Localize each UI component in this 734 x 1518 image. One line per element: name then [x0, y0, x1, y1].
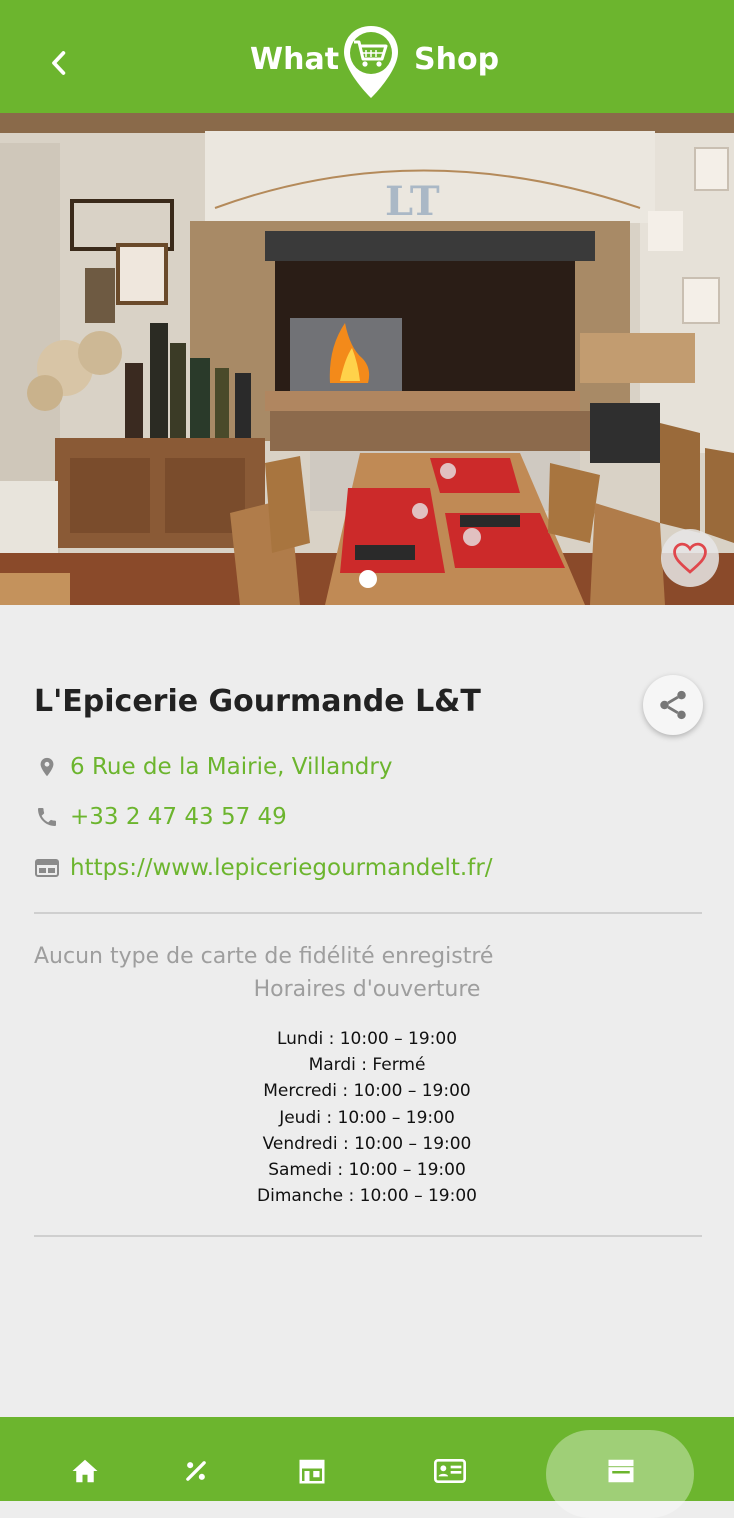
share-icon — [660, 690, 686, 720]
map-pin-icon — [34, 754, 60, 780]
shop-icon — [608, 1459, 634, 1483]
share-button[interactable] — [643, 675, 703, 735]
phone-icon — [34, 804, 60, 830]
gallery-page-indicator[interactable] — [359, 570, 377, 588]
opening-hours-list: Lundi : 10:00 – 19:00 Mardi : Fermé Merc… — [0, 1026, 734, 1209]
logo-text-left: What — [250, 42, 340, 77]
shopping-cart-pin-icon — [344, 26, 398, 98]
shop-photo[interactable]: LT — [0, 113, 734, 605]
favorite-button[interactable] — [661, 529, 719, 587]
web-browser-icon — [34, 855, 60, 881]
hours-row-samedi: Samedi : 10:00 – 19:00 — [268, 1160, 466, 1181]
heart-outline-icon — [673, 542, 707, 574]
percent-icon — [186, 1461, 206, 1481]
opening-hours-title: Horaires d'ouverture — [253, 977, 481, 1002]
chevron-left-icon — [52, 51, 66, 75]
home-icon — [72, 1459, 98, 1483]
website-link[interactable]: https://www.lepiceriegourmandelt.fr/ — [70, 855, 493, 881]
hours-row-mercredi: Mercredi : 10:00 – 19:00 — [263, 1081, 471, 1102]
card-icon — [434, 1459, 466, 1483]
website-row[interactable]: https://www.lepiceriegourmandelt.fr/ — [34, 855, 493, 881]
phone-row[interactable]: +33 2 47 43 57 49 — [34, 804, 287, 830]
address-link[interactable]: 6 Rue de la Mairie, Villandry — [70, 754, 392, 780]
hours-row-lundi: Lundi : 10:00 – 19:00 — [276, 1029, 458, 1049]
nav-stores[interactable] — [289, 1448, 335, 1494]
hours-row-dimanche: Dimanche : 10:00 – 19:00 — [257, 1186, 477, 1207]
hours-row-jeudi: Jeudi : 10:00 – 19:00 — [279, 1107, 455, 1128]
logo-text-right: Shop — [414, 42, 500, 77]
loyalty-card-status: Aucun type de carte de fidélité enregist… — [34, 944, 494, 969]
hours-row-vendredi: Vendredi : 10:00 – 19:00 — [262, 1133, 472, 1154]
divider-bottom — [34, 1235, 702, 1237]
address-row[interactable]: 6 Rue de la Mairie, Villandry — [34, 754, 392, 780]
nav-home[interactable] — [62, 1448, 108, 1494]
hours-row-mardi: Mardi : Fermé — [308, 1055, 426, 1076]
back-button[interactable] — [36, 40, 82, 86]
nav-offers[interactable] — [173, 1448, 219, 1494]
shop-name: L'Epicerie Gourmande L&T — [34, 684, 481, 719]
restaurant-interior-image: LT — [0, 113, 734, 605]
store-icon — [299, 1459, 325, 1484]
nav-cards[interactable] — [427, 1448, 473, 1494]
phone-link[interactable]: +33 2 47 43 57 49 — [70, 804, 287, 830]
nav-shop[interactable] — [598, 1448, 644, 1494]
divider-top — [34, 912, 702, 914]
photo-sign-lt: LT — [385, 178, 440, 225]
